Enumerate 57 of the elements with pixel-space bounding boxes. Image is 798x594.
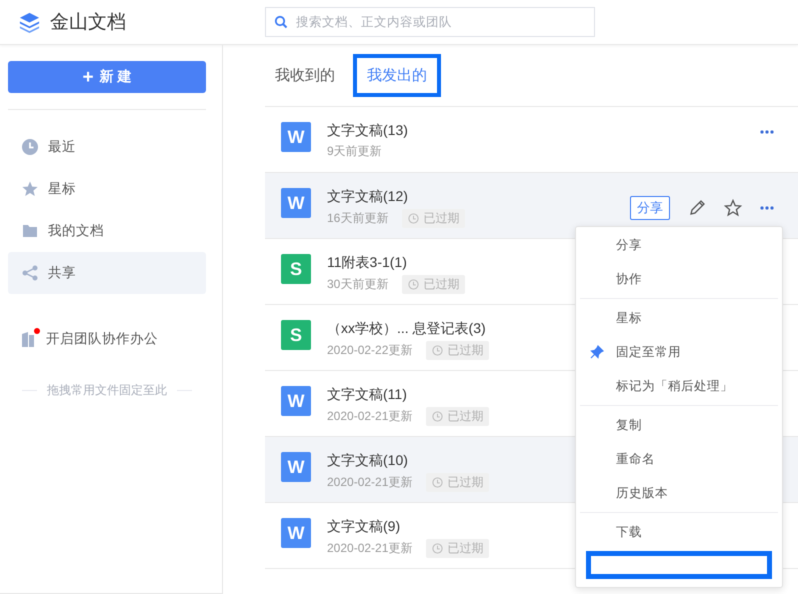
pencil-icon xyxy=(688,199,706,217)
document-file-icon: W xyxy=(281,122,311,152)
drop-hint: 拖拽常用文件固定至此 xyxy=(47,382,167,399)
updated-time: 2020-02-21更新 xyxy=(327,540,412,557)
clock-icon xyxy=(432,411,444,422)
menu-item[interactable]: 重命名 xyxy=(576,442,782,476)
search-icon xyxy=(274,15,288,29)
menu-item[interactable]: 固定至常用 xyxy=(576,335,782,369)
stacked-layers-logo-icon xyxy=(18,10,41,34)
spreadsheet-file-icon: S xyxy=(281,320,311,350)
file-title[interactable]: 文字文稿(12) xyxy=(327,188,630,206)
more-icon[interactable] xyxy=(760,130,774,134)
sidebar-item[interactable]: 最近 xyxy=(8,126,206,168)
star-outline-icon xyxy=(724,199,742,217)
updated-time: 9天前更新 xyxy=(327,143,382,160)
updated-time: 2020-02-21更新 xyxy=(327,474,412,491)
document-file-icon: W xyxy=(281,518,311,548)
expired-tag: 已过期 xyxy=(402,275,466,294)
star-icon xyxy=(22,181,38,197)
team-collaboration-item[interactable]: 开启团队协作办公 xyxy=(8,318,206,360)
share-button[interactable]: 分享 xyxy=(630,196,670,220)
expired-tag: 已过期 xyxy=(426,473,490,492)
updated-time: 16天前更新 xyxy=(327,210,388,227)
expired-tag: 已过期 xyxy=(426,341,490,360)
clock-icon xyxy=(432,345,444,356)
folder-icon xyxy=(22,223,38,239)
clock-icon xyxy=(408,279,420,290)
new-button[interactable]: + 新 建 xyxy=(8,61,206,93)
expired-tag: 已过期 xyxy=(426,407,490,426)
file-title[interactable]: 文字文稿(13) xyxy=(327,122,760,140)
clock-icon xyxy=(408,213,420,224)
document-file-icon: W xyxy=(281,386,311,416)
book-icon xyxy=(22,331,36,347)
menu-item[interactable]: 标记为「稍后处理」 xyxy=(576,369,782,403)
clock-icon xyxy=(432,477,444,488)
sidebar-item[interactable]: 我的文档 xyxy=(8,210,206,252)
spreadsheet-file-icon: S xyxy=(281,254,311,284)
clock-icon xyxy=(432,543,444,554)
app-name: 金山文档 xyxy=(50,11,126,35)
updated-time: 2020-02-21更新 xyxy=(327,408,412,425)
tab[interactable]: 我收到的 xyxy=(261,54,349,97)
tab[interactable]: 我发出的 xyxy=(353,54,441,97)
share-icon xyxy=(22,265,38,281)
document-file-icon: W xyxy=(281,452,311,482)
document-file-icon: W xyxy=(281,188,311,218)
expired-tag: 已过期 xyxy=(402,209,466,228)
sidebar-item[interactable]: 星标 xyxy=(8,168,206,210)
expired-tag: 已过期 xyxy=(426,539,490,558)
file-row[interactable]: W 文字文稿(12) 16天前更新 已过期 分享 xyxy=(265,173,798,239)
clock-icon xyxy=(22,139,38,155)
more-icon[interactable] xyxy=(760,206,774,210)
menu-item[interactable]: 协作 xyxy=(576,262,782,296)
updated-time: 2020-02-22更新 xyxy=(327,342,412,359)
menu-item[interactable]: 下载 xyxy=(576,515,782,549)
sidebar-item[interactable]: 共享 xyxy=(8,252,206,294)
updated-time: 30天前更新 xyxy=(327,276,388,293)
search-field[interactable]: 搜索文档、正文内容或团队 xyxy=(265,7,595,37)
